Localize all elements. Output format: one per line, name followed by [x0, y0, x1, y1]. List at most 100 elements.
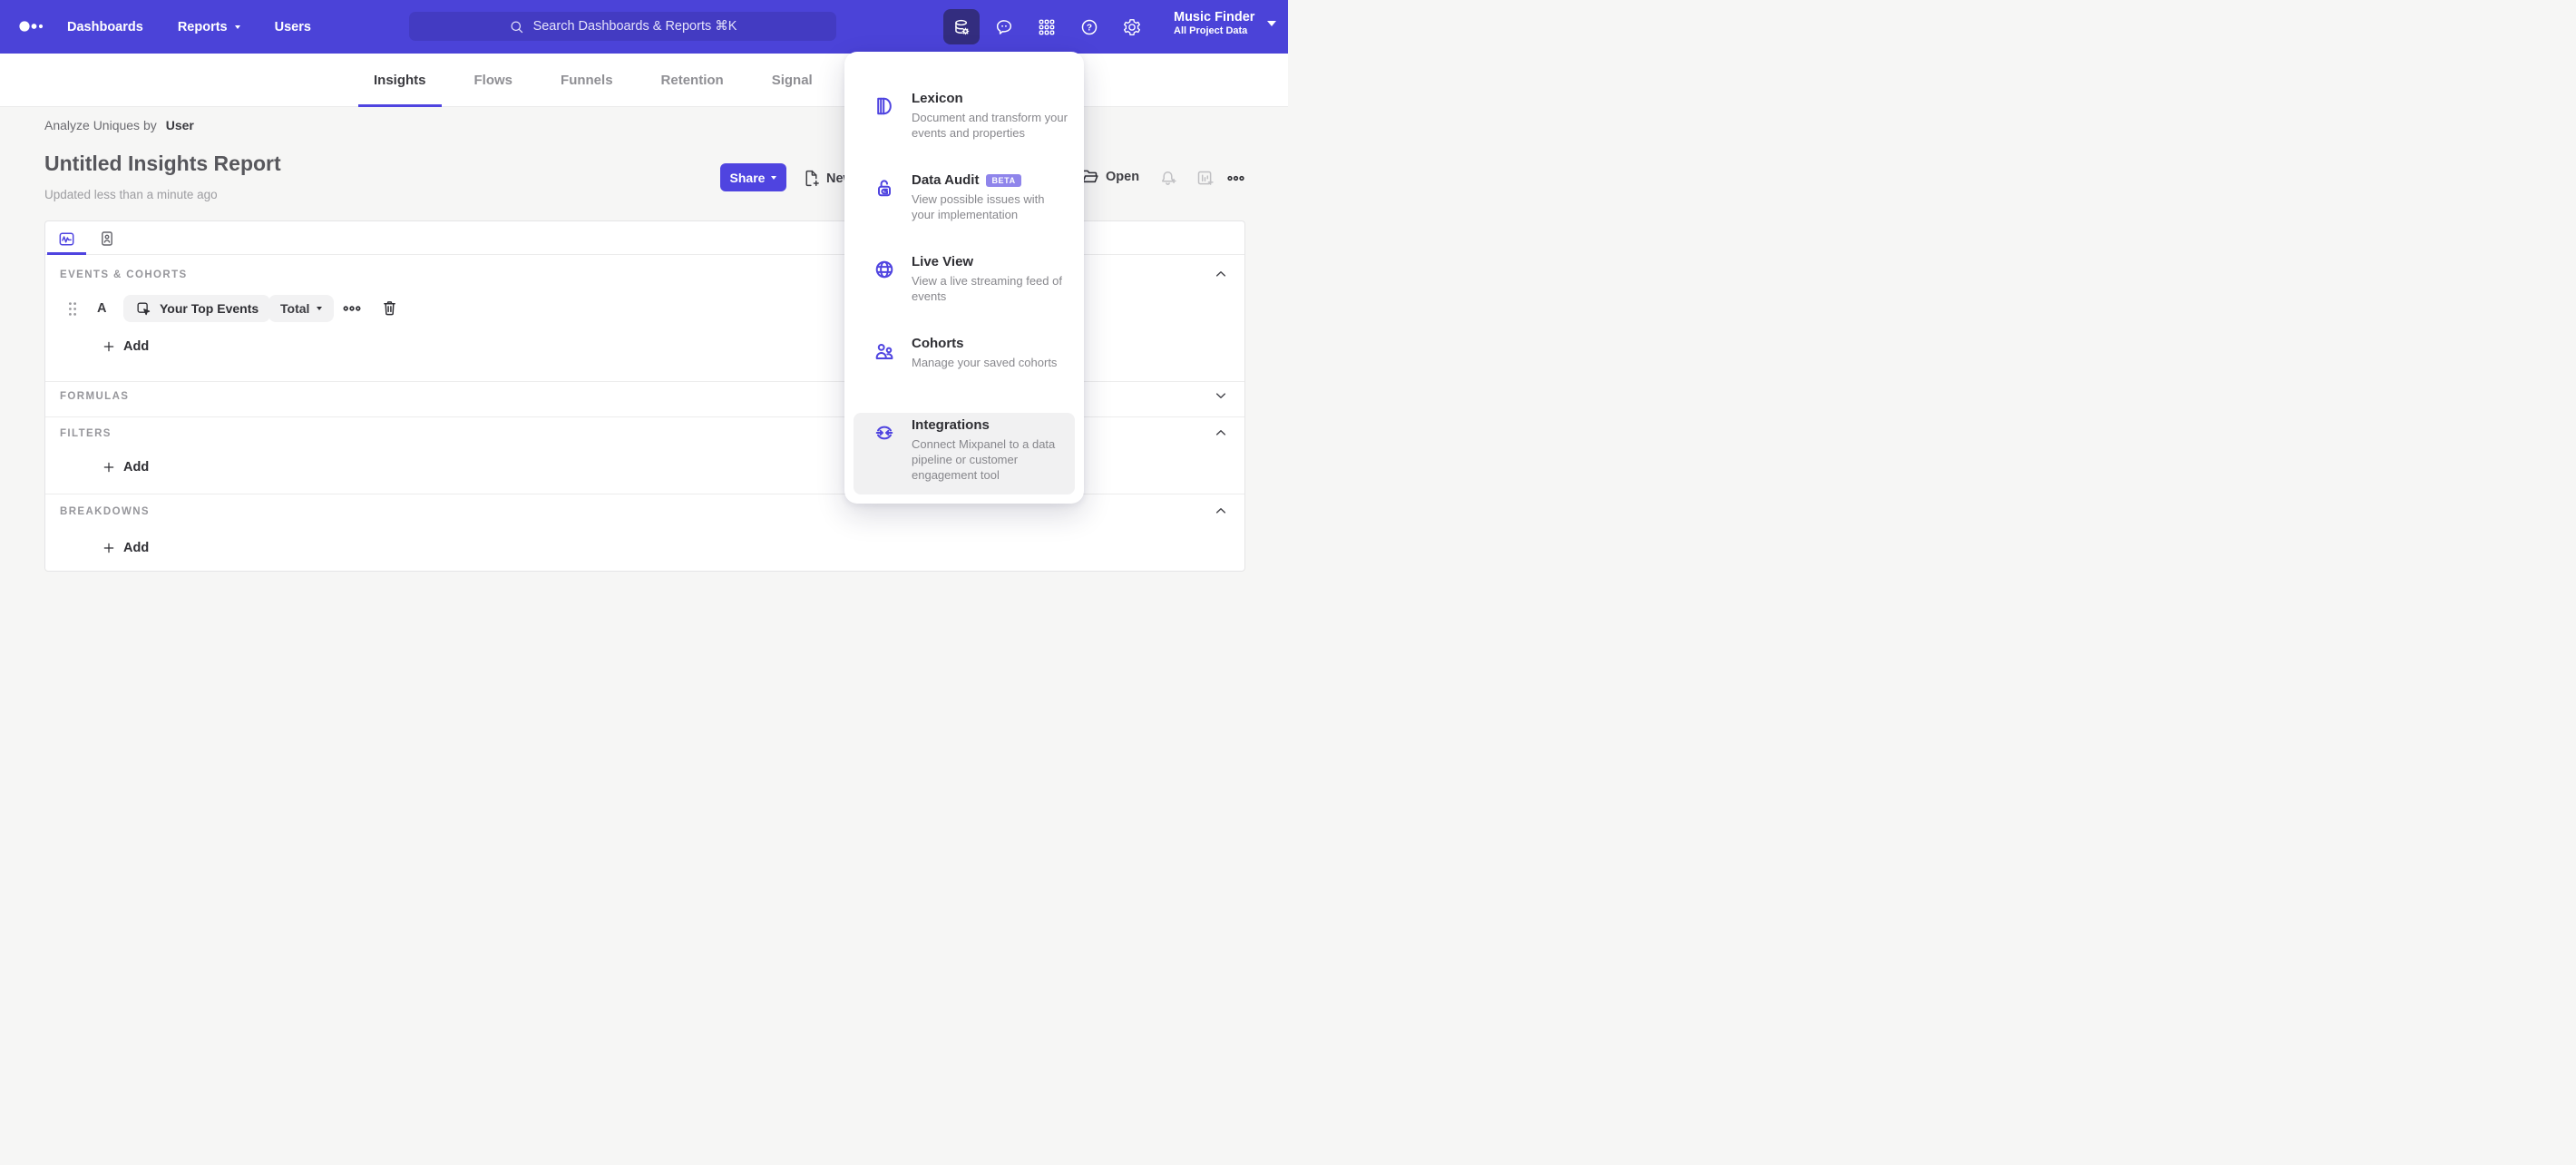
open-label: Open — [1106, 169, 1140, 184]
cohorts-people-icon — [873, 340, 895, 413]
aggregation-label: Total — [280, 301, 310, 316]
project-name: Music Finder — [1174, 10, 1255, 24]
nav-users[interactable]: Users — [275, 20, 311, 34]
tab-flows[interactable]: Flows — [467, 54, 521, 107]
menu-item-cohorts[interactable]: Cohorts Manage your saved cohorts — [854, 331, 1075, 413]
search-placeholder: Search Dashboards & Reports ⌘K — [532, 19, 737, 34]
search-icon — [509, 19, 524, 34]
pulse-chart-icon — [57, 230, 76, 249]
chevron-down-icon — [234, 24, 240, 29]
tab-funnels[interactable]: Funnels — [553, 54, 620, 107]
tab-insights-label: Insights — [374, 73, 426, 88]
active-tab-underline — [47, 252, 86, 255]
series-letter: A — [97, 301, 107, 316]
add-event-button[interactable]: Add — [102, 339, 149, 354]
tab-signal-label: Signal — [771, 73, 813, 88]
open-report-button[interactable]: Open — [1080, 167, 1139, 186]
support-chat-icon — [994, 17, 1014, 37]
filters-section-collapse-button[interactable] — [1214, 426, 1228, 440]
menu-item-title: Data Audit — [912, 172, 980, 188]
search-input[interactable]: Search Dashboards & Reports ⌘K — [409, 12, 836, 41]
filters-section-label: FILTERS — [60, 428, 112, 439]
drag-handle[interactable] — [67, 301, 78, 317]
formulas-section-label: FORMULAS — [60, 391, 130, 402]
add-breakdown-label: Add — [123, 541, 150, 555]
menu-item-integrations[interactable]: Integrations Connect Mixpanel to a data … — [854, 413, 1075, 494]
profiles-view-tab[interactable] — [96, 228, 118, 250]
menu-item-lexicon[interactable]: Lexicon Document and transform your even… — [854, 86, 1075, 168]
tab-signal[interactable]: Signal — [765, 54, 820, 107]
report-tabs: Insights Flows Funnels Retention Signal … — [358, 54, 912, 107]
create-alert-button[interactable] — [1158, 169, 1177, 188]
formulas-section-expand-button[interactable] — [1214, 388, 1228, 403]
menu-item-description: Manage your saved cohorts — [912, 356, 1058, 369]
tab-flows-label: Flows — [473, 73, 513, 88]
data-management-button[interactable] — [943, 9, 980, 44]
menu-item-description: View a live streaming feed of events — [912, 274, 1062, 303]
data-management-icon — [951, 17, 971, 37]
event-cursor-icon — [135, 300, 152, 318]
menu-item-description: View possible issues with your implement… — [912, 192, 1045, 221]
menu-item-title: Lexicon — [912, 91, 963, 106]
breakdowns-section-collapse-button[interactable] — [1214, 504, 1228, 518]
apps-grid-icon — [1037, 17, 1057, 37]
data-management-menu: Lexicon Document and transform your even… — [844, 52, 1084, 504]
live-view-globe-icon — [873, 259, 895, 331]
tab-retention-label: Retention — [660, 73, 724, 88]
nav-dashboards-label: Dashboards — [67, 19, 143, 34]
help-button[interactable]: ? — [1071, 9, 1107, 44]
report-tabs-band: Insights Flows Funnels Retention Signal … — [0, 54, 1288, 107]
analyze-prefix: Analyze Uniques by — [44, 118, 157, 132]
event-selector-label: Your Top Events — [160, 301, 259, 316]
page-title[interactable]: Untitled Insights Report — [44, 152, 281, 176]
mixpanel-insights-screen: Dashboards Reports Users Search Dashboar… — [0, 0, 1288, 582]
event-row-more-options-button[interactable] — [342, 299, 362, 318]
nav-reports[interactable]: Reports — [178, 20, 240, 34]
nav-dashboards[interactable]: Dashboards — [67, 20, 143, 34]
add-filter-label: Add — [123, 460, 150, 475]
report-more-options-button[interactable] — [1225, 169, 1246, 188]
chevron-down-icon — [1267, 20, 1277, 26]
header-icon-buttons: ? — [943, 9, 1150, 44]
settings-gear-icon — [1122, 17, 1142, 37]
updated-timestamp: Updated less than a minute ago — [44, 188, 218, 201]
svg-text:?: ? — [1087, 23, 1092, 33]
project-scope: All Project Data — [1174, 25, 1248, 36]
add-filter-button[interactable]: Add — [102, 460, 149, 475]
mixpanel-logo-icon[interactable] — [18, 15, 49, 37]
help-icon: ? — [1079, 17, 1099, 37]
add-to-dashboard-button[interactable] — [1195, 169, 1215, 188]
integrations-sync-icon — [873, 422, 895, 494]
menu-item-title: Live View — [912, 254, 974, 269]
data-audit-lock-icon — [873, 177, 895, 250]
primary-nav: Dashboards Reports Users — [67, 0, 311, 54]
add-breakdown-button[interactable]: Add — [102, 541, 149, 555]
settings-button[interactable] — [1114, 9, 1150, 44]
share-button[interactable]: Share — [720, 163, 786, 191]
menu-item-description: Document and transform your events and p… — [912, 111, 1068, 140]
event-selector[interactable]: Your Top Events — [123, 295, 271, 322]
nav-users-label: Users — [274, 19, 311, 34]
menu-item-data-audit[interactable]: Data Audit BETA View possible issues wit… — [854, 168, 1075, 250]
nav-reports-label: Reports — [177, 19, 228, 34]
tab-insights[interactable]: Insights — [358, 54, 441, 107]
project-selector[interactable]: Music Finder All Project Data — [1174, 9, 1277, 37]
aggregation-selector[interactable]: Total — [268, 295, 335, 322]
menu-item-description: Connect Mixpanel to a data pipeline or c… — [912, 437, 1056, 482]
file-plus-icon — [802, 169, 821, 188]
beta-badge: BETA — [986, 174, 1021, 187]
lexicon-book-icon — [873, 95, 895, 168]
chevron-down-icon — [317, 307, 323, 310]
events-cohorts-section-label: EVENTS & COHORTS — [60, 269, 188, 280]
menu-item-title: Integrations — [912, 417, 990, 433]
delete-event-row-button[interactable] — [380, 299, 399, 318]
apps-grid-button[interactable] — [1029, 9, 1065, 44]
metrics-view-tab[interactable] — [55, 228, 77, 250]
menu-item-title: Cohorts — [912, 336, 964, 351]
menu-item-live-view[interactable]: Live View View a live streaming feed of … — [854, 250, 1075, 331]
events-section-collapse-button[interactable] — [1214, 267, 1228, 281]
analyze-entity-dropdown[interactable]: User — [166, 118, 194, 132]
tab-retention[interactable]: Retention — [654, 54, 731, 107]
add-event-label: Add — [123, 339, 150, 354]
support-chat-button[interactable] — [986, 9, 1022, 44]
